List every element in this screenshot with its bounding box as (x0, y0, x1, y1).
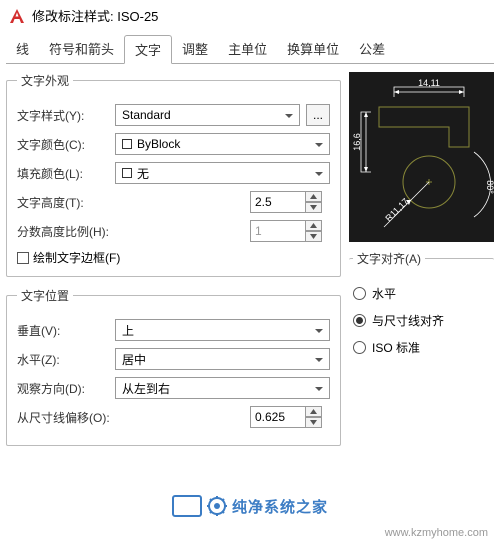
fill-color-label: 填充颜色(L): (17, 165, 109, 182)
spin-up-button[interactable] (306, 406, 322, 417)
gear-icon (206, 495, 228, 517)
fill-color-select[interactable]: 无 (115, 162, 330, 184)
text-position-group: 文字位置 垂直(V): 上 水平(Z): 居中 观察方向(D): 从左到右 从尺… (6, 287, 341, 446)
dim-text: 80° (485, 180, 494, 194)
view-direction-select[interactable]: 从左到右 (115, 377, 330, 399)
vertical-select[interactable]: 上 (115, 319, 330, 341)
align-with-dim-line-radio[interactable]: 与尺寸线对齐 (353, 312, 490, 329)
text-color-select[interactable]: ByBlock (115, 133, 330, 155)
text-color-label: 文字颜色(C): (17, 136, 109, 153)
draw-text-frame-checkbox[interactable]: 绘制文字边框(F) (17, 249, 330, 266)
spin-down-button[interactable] (306, 231, 322, 242)
window-title: 修改标注样式: ISO-25 (32, 6, 158, 25)
tab-fit[interactable]: 调整 (172, 35, 218, 63)
tab-symbols[interactable]: 符号和箭头 (39, 35, 124, 63)
vertical-label: 垂直(V): (17, 322, 109, 339)
fraction-height-label: 分数高度比例(H): (17, 223, 127, 240)
radio-label: 与尺寸线对齐 (372, 312, 444, 329)
spin-down-button[interactable] (306, 202, 322, 213)
view-direction-label: 观察方向(D): (17, 380, 109, 397)
text-style-label: 文字样式(Y): (17, 107, 109, 124)
align-iso-radio[interactable]: ISO 标准 (353, 339, 490, 356)
radio-label: ISO 标准 (372, 339, 420, 356)
checkbox-decorative-icon (172, 495, 202, 517)
text-height-spinner[interactable] (250, 191, 330, 213)
fraction-height-spinner[interactable] (250, 220, 330, 242)
appearance-legend: 文字外观 (17, 72, 73, 89)
tab-alternate-units[interactable]: 换算单位 (277, 35, 349, 63)
dimension-preview: 14,11 16,6 R11,17 80° (349, 72, 494, 242)
brand-text: 纯净系统之家 (232, 496, 328, 517)
spin-up-button[interactable] (306, 191, 322, 202)
tab-tolerances[interactable]: 公差 (349, 35, 395, 63)
color-swatch-icon (122, 139, 132, 149)
offset-spinner[interactable] (250, 406, 330, 428)
tab-line[interactable]: 线 (6, 35, 39, 63)
autocad-logo-icon (8, 7, 26, 25)
tab-bar: 线 符号和箭头 文字 调整 主单位 换算单位 公差 (6, 35, 494, 64)
title-bar: 修改标注样式: ISO-25 (0, 0, 500, 31)
dim-text: 14,11 (418, 78, 440, 88)
spin-up-button[interactable] (306, 220, 322, 231)
spin-down-button[interactable] (306, 417, 322, 428)
radio-icon (353, 287, 366, 300)
text-height-label: 文字高度(T): (17, 194, 109, 211)
horizontal-select[interactable]: 居中 (115, 348, 330, 370)
checkbox-label: 绘制文字边框(F) (33, 249, 120, 266)
radio-icon (353, 314, 366, 327)
tab-primary-units[interactable]: 主单位 (218, 35, 277, 63)
text-height-input[interactable] (250, 191, 306, 213)
position-legend: 文字位置 (17, 287, 73, 304)
color-swatch-icon (122, 168, 132, 178)
dim-text: 16,6 (352, 133, 362, 151)
text-alignment-group: 文字对齐(A) 水平 与尺寸线对齐 ISO 标准 (349, 250, 494, 374)
horizontal-label: 水平(Z): (17, 351, 109, 368)
tab-text[interactable]: 文字 (124, 35, 172, 64)
dim-text: R11,17 (383, 196, 410, 223)
fraction-height-input[interactable] (250, 220, 306, 242)
align-horizontal-radio[interactable]: 水平 (353, 285, 490, 302)
watermark: www.kzmyhome.com (385, 527, 488, 539)
checkbox-icon (17, 252, 29, 264)
offset-input[interactable] (250, 406, 306, 428)
text-style-select[interactable]: Standard (115, 104, 300, 126)
offset-label: 从尺寸线偏移(O): (17, 409, 127, 426)
radio-icon (353, 341, 366, 354)
footer-branding: 纯净系统之家 (0, 495, 500, 517)
radio-label: 水平 (372, 285, 396, 302)
text-appearance-group: 文字外观 文字样式(Y): Standard ... 文字颜色(C): ByBl… (6, 72, 341, 277)
text-style-browse-button[interactable]: ... (306, 104, 330, 126)
alignment-legend: 文字对齐(A) (353, 250, 425, 267)
